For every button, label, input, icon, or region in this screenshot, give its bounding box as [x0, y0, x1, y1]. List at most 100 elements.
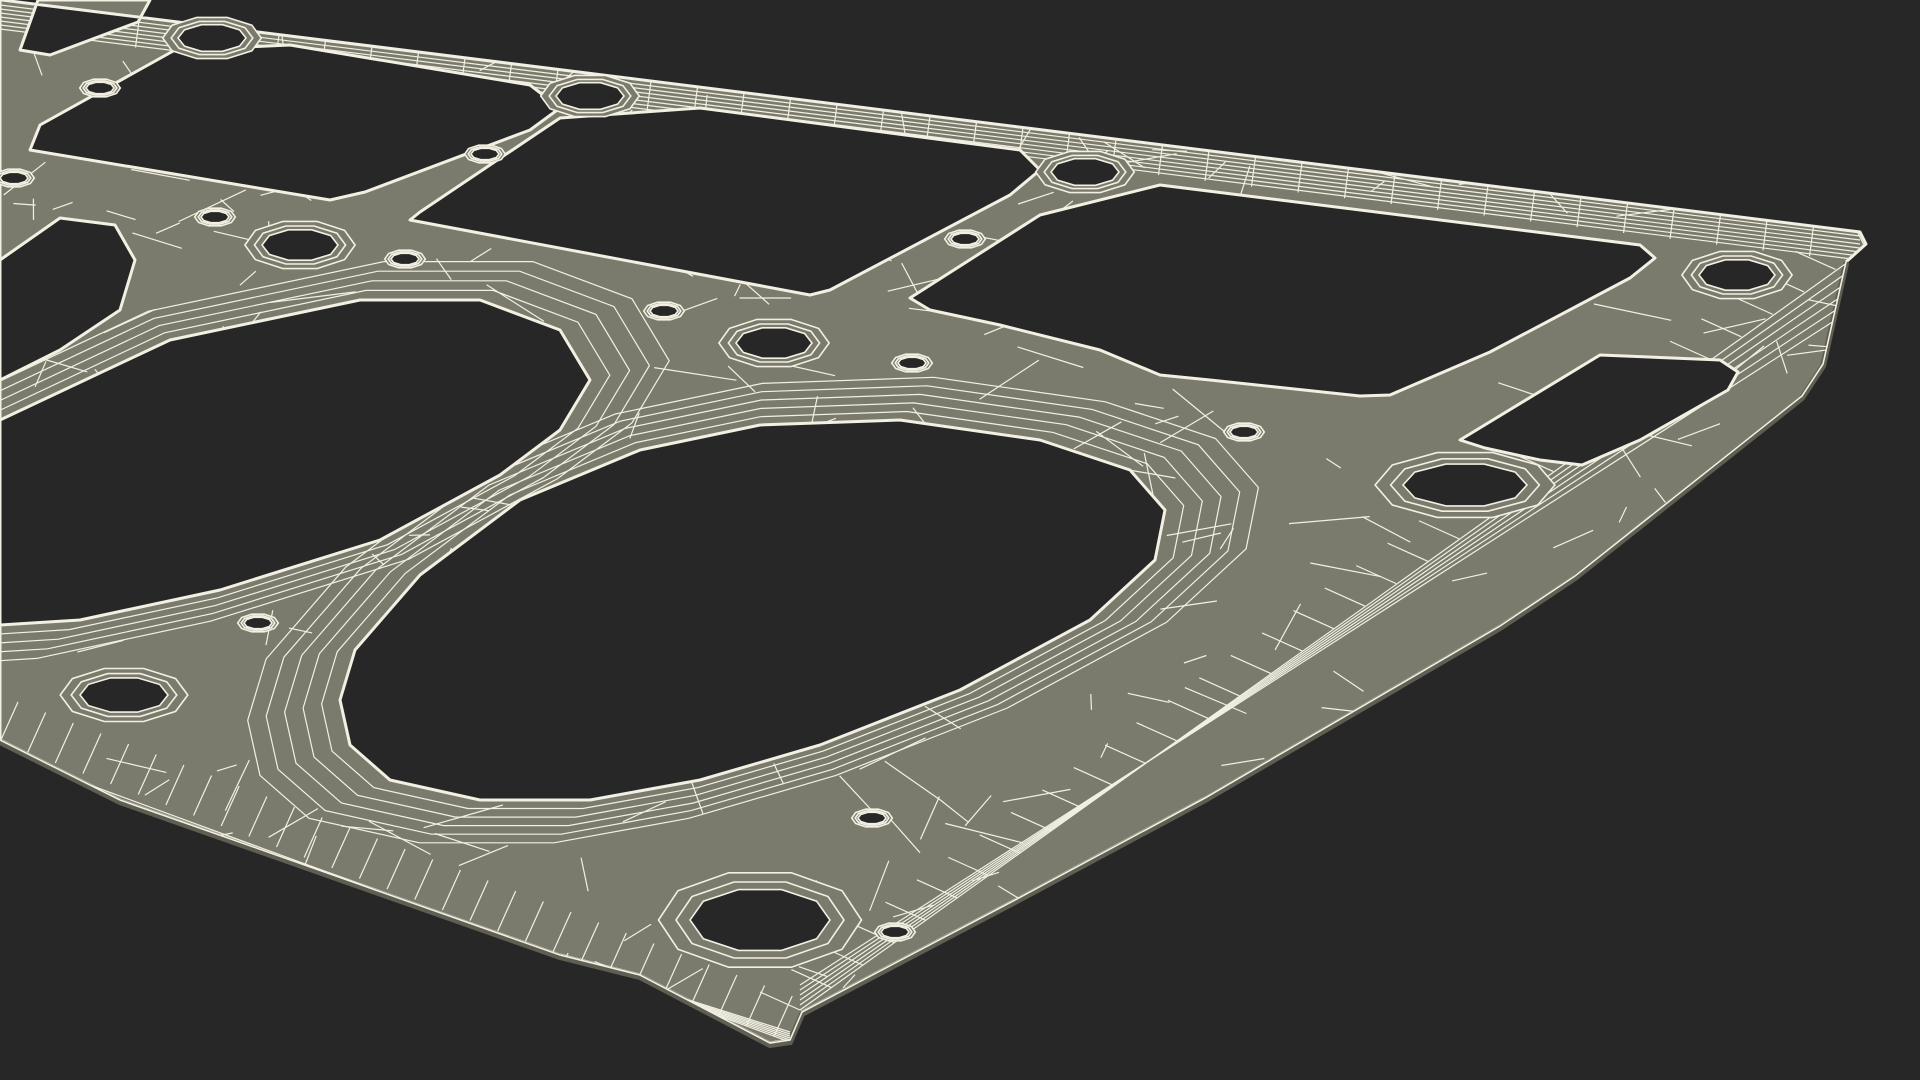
mesh-line [627, 738, 643, 785]
mesh-line [1736, 2, 1749, 28]
mesh-line [495, 405, 561, 419]
mesh-line [1735, 938, 1765, 987]
mesh-line [1160, 90, 1170, 107]
mesh-line [151, 150, 191, 164]
mesh-line [1820, 4, 1866, 18]
bolt-hole-icon [657, 872, 863, 968]
mesh-line [1083, 37, 1091, 84]
mesh-line [42, 872, 86, 910]
mesh-line [1564, 625, 1569, 672]
bolt-hole-icon [873, 922, 917, 942]
mesh-line [94, 369, 137, 417]
mesh-line [1638, 363, 1679, 383]
bolt-hole-icon [539, 74, 641, 118]
mesh-line [609, 535, 671, 546]
mesh-line [1450, 727, 1509, 754]
bolt-hole-icon [243, 220, 357, 270]
mesh-line [616, 200, 669, 213]
mesh-line [1206, 94, 1212, 114]
mesh-line [574, 495, 591, 505]
mesh-line [1638, 135, 1671, 144]
mesh-line [1034, 594, 1079, 607]
mesh-line [1064, 594, 1113, 598]
mesh-line [105, 269, 107, 305]
mesh-line [276, 921, 334, 937]
mesh-line [1789, 110, 1795, 160]
mesh-line [1471, 25, 1477, 50]
mesh-line [1761, 838, 1797, 844]
mesh-line [222, 325, 242, 376]
mesh-line [1385, 361, 1407, 389]
mesh-line [1121, 1040, 1165, 1043]
mesh-line [241, 52, 328, 64]
mesh-line [1660, 736, 1688, 751]
mesh-line [443, 928, 448, 951]
mesh-line [1157, 267, 1164, 287]
mesh-line [1480, 771, 1545, 778]
mesh-line [1801, 31, 1850, 52]
mesh-line [806, 86, 891, 102]
bolt-hole-icon [59, 667, 189, 723]
mesh-line [1663, 596, 1694, 603]
mesh-line [1757, 471, 1789, 474]
mesh-line [24, 257, 65, 268]
mesh-line [1217, 7, 1251, 10]
mesh-line [1348, 335, 1403, 340]
mesh-line [981, 1039, 1015, 1043]
mesh-line [1470, 142, 1489, 150]
mesh-line [1651, 361, 1679, 378]
bolt-hole-icon [161, 16, 263, 60]
mesh-line [868, 465, 935, 483]
bolt-hole-icon [1222, 422, 1266, 442]
mesh-line [1766, 1, 1791, 24]
mesh-line [1515, 1033, 1542, 1043]
mesh-line [918, 54, 954, 81]
mesh-line [21, 505, 51, 518]
render-viewport [0, 0, 1920, 1080]
mesh-line [530, 650, 540, 683]
mesh-line [1799, 648, 1806, 691]
mesh-line [1709, 52, 1726, 76]
bolt-hole-icon [1374, 451, 1556, 519]
mesh-line [912, 588, 947, 598]
mesh-line [1682, 912, 1692, 947]
mesh-line [472, 103, 546, 113]
mesh-line [861, 1027, 889, 1034]
mesh-line [614, 28, 686, 38]
mesh-line [225, 971, 301, 982]
mesh-line [641, 661, 692, 672]
mesh-line [1480, 726, 1549, 741]
mesh-line [1406, 759, 1432, 799]
mesh-line [1418, 315, 1437, 348]
mesh-line [889, 434, 963, 438]
mesh-line [496, 1003, 542, 1006]
mesh-line [1209, 830, 1234, 844]
mesh-line [1310, 14, 1350, 27]
mesh-line [1090, 693, 1093, 710]
mesh-line [1603, 597, 1624, 614]
bolt-hole-icon [463, 144, 507, 164]
mesh-line [647, 18, 704, 55]
bolt-hole-icon [1034, 150, 1136, 194]
mesh-line [1767, 793, 1808, 803]
mesh-line [38, 233, 59, 239]
mesh-line [1196, 985, 1259, 998]
mesh-line [1497, 138, 1522, 166]
mesh-line [1788, 639, 1811, 663]
mesh-line [884, 688, 888, 709]
mesh-line [1794, 163, 1803, 184]
mesh-line [969, 979, 1030, 1020]
mesh-line [1419, 292, 1463, 338]
mesh-line [221, 401, 254, 418]
mesh-line [1244, 2, 1296, 27]
mesh-line [1782, 734, 1827, 754]
mesh-line [1531, 780, 1538, 815]
mesh-line [1520, 932, 1583, 960]
mesh-line [1685, 840, 1738, 849]
mesh-line [997, 540, 1032, 560]
mesh-line [1495, 255, 1526, 260]
mesh-line [775, 568, 798, 583]
mesh-line [1784, 447, 1845, 455]
mesh-line [450, 683, 482, 733]
mesh-line [353, 983, 375, 1027]
